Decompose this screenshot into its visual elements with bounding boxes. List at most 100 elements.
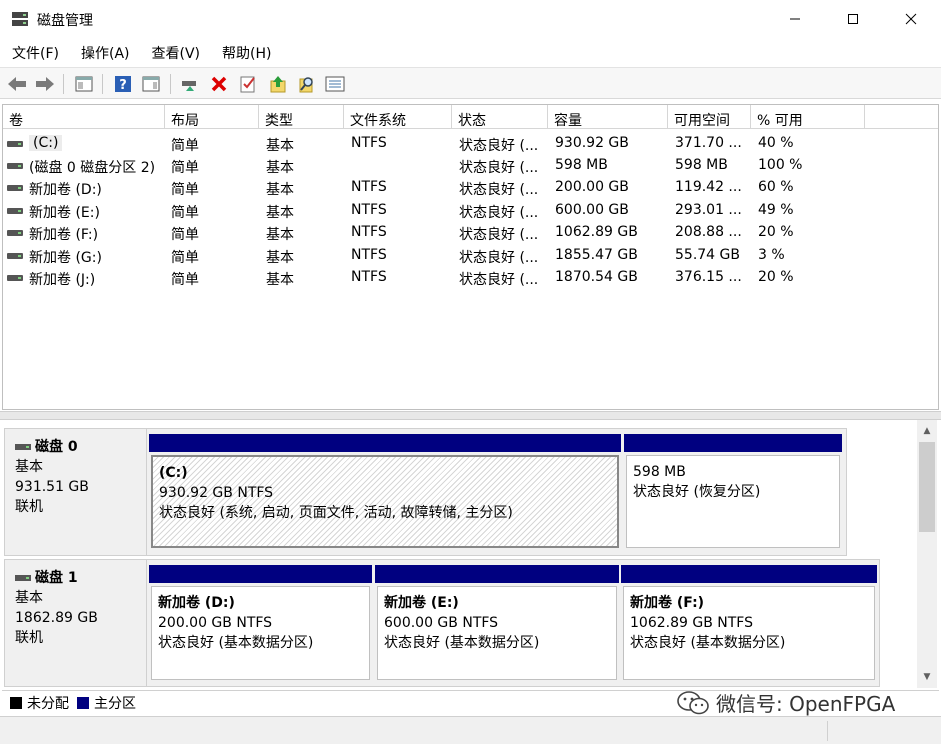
status-bar-cell bbox=[0, 721, 828, 741]
disk-1-label[interactable]: 磁盘 1 基本 1862.89 GB 联机 bbox=[4, 559, 147, 687]
column-header-free-space[interactable]: 可用空间 bbox=[668, 105, 751, 129]
table-row[interactable]: (C:) 简单 基本 NTFS 状态良好 (... 930.92 GB 371.… bbox=[3, 133, 938, 155]
cell-volume: 新加卷 (G:) bbox=[29, 250, 102, 266]
cell-type: 基本 bbox=[266, 272, 294, 288]
maximize-button[interactable] bbox=[824, 0, 882, 38]
pane-splitter[interactable] bbox=[0, 411, 941, 420]
partition-c[interactable]: (C:) 930.92 GB NTFS 状态良好 (系统, 启动, 页面文件, … bbox=[149, 434, 621, 550]
disk-status: 联机 bbox=[15, 499, 43, 515]
table-row[interactable]: 新加卷 (E:) 简单 基本 NTFS 状态良好 (... 600.00 GB … bbox=[3, 200, 938, 222]
cell-free-space: 598 MB bbox=[675, 157, 728, 173]
cell-type: 基本 bbox=[266, 227, 294, 243]
column-header-capacity[interactable]: 容量 bbox=[548, 105, 668, 129]
column-header-status[interactable]: 状态 bbox=[452, 105, 548, 129]
partition-e[interactable]: 新加卷 (E:) 600.00 GB NTFS 状态良好 (基本数据分区) bbox=[375, 565, 619, 682]
partition-body: (C:) 930.92 GB NTFS 状态良好 (系统, 启动, 页面文件, … bbox=[151, 455, 619, 548]
partition-title: 新加卷 (E:) bbox=[384, 595, 459, 611]
table-row[interactable]: 新加卷 (D:) 简单 基本 NTFS 状态良好 (... 200.00 GB … bbox=[3, 177, 938, 199]
scroll-up-icon[interactable]: ▲ bbox=[917, 422, 937, 440]
title-bar: 磁盘管理 bbox=[0, 0, 941, 38]
properties-pane-button[interactable] bbox=[140, 73, 162, 95]
menu-file[interactable]: 文件(F) bbox=[0, 40, 69, 66]
cell-filesystem: NTFS bbox=[351, 224, 387, 240]
cell-filesystem: NTFS bbox=[351, 269, 387, 285]
column-header-percent-free[interactable]: % 可用 bbox=[751, 105, 865, 129]
volume-icon bbox=[7, 253, 23, 259]
disk-0-partitions: (C:) 930.92 GB NTFS 状态良好 (系统, 启动, 页面文件, … bbox=[146, 428, 847, 556]
partition-recovery[interactable]: 598 MB 状态良好 (恢复分区) bbox=[624, 434, 842, 550]
partition-f[interactable]: 新加卷 (F:) 1062.89 GB NTFS 状态良好 (基本数据分区) bbox=[621, 565, 877, 682]
table-row[interactable]: 新加卷 (F:) 简单 基本 NTFS 状态良好 (... 1062.89 GB… bbox=[3, 222, 938, 244]
partition-header bbox=[149, 434, 621, 452]
menu-action[interactable]: 操作(A) bbox=[69, 40, 140, 66]
forward-button[interactable] bbox=[34, 73, 56, 95]
toolbar-separator bbox=[170, 74, 171, 94]
disk-name: 磁盘 0 bbox=[35, 439, 78, 455]
list-view-button[interactable] bbox=[324, 73, 346, 95]
disk-graphical-view: 磁盘 0 基本 931.51 GB 联机 (C:) 930.92 GB NTFS… bbox=[2, 420, 939, 688]
connect-disk-button[interactable] bbox=[179, 73, 201, 95]
cell-free-space: 293.01 ... bbox=[675, 202, 742, 218]
cell-filesystem: NTFS bbox=[351, 247, 387, 263]
table-row[interactable]: (磁盘 0 磁盘分区 2) 简单 基本 状态良好 (... 598 MB 598… bbox=[3, 155, 938, 177]
status-bar-cell bbox=[828, 721, 941, 741]
cell-status: 状态良好 (... bbox=[459, 138, 539, 154]
help-button[interactable]: ? bbox=[112, 73, 134, 95]
delete-button[interactable] bbox=[208, 73, 230, 95]
disk-0-label[interactable]: 磁盘 0 基本 931.51 GB 联机 bbox=[4, 428, 147, 556]
table-row[interactable]: 新加卷 (J:) 简单 基本 NTFS 状态良好 (... 1870.54 GB… bbox=[3, 267, 938, 289]
partition-size: 1062.89 GB NTFS bbox=[630, 615, 753, 631]
check-button[interactable] bbox=[237, 73, 259, 95]
cell-status: 状态良好 (... bbox=[459, 272, 539, 288]
cell-capacity: 1855.47 GB bbox=[555, 247, 638, 263]
scroll-down-icon[interactable]: ▼ bbox=[917, 668, 937, 686]
partition-d[interactable]: 新加卷 (D:) 200.00 GB NTFS 状态良好 (基本数据分区) bbox=[149, 565, 372, 682]
partition-header bbox=[149, 565, 372, 583]
legend-swatch-unallocated bbox=[10, 696, 22, 709]
partition-status: 状态良好 (基本数据分区) bbox=[158, 635, 314, 651]
cell-free-space: 119.42 ... bbox=[675, 179, 742, 195]
vertical-scrollbar[interactable]: ▲ ▼ bbox=[917, 420, 937, 688]
close-button[interactable] bbox=[882, 0, 940, 38]
back-button[interactable] bbox=[6, 73, 28, 95]
cell-type: 基本 bbox=[266, 182, 294, 198]
minimize-button[interactable] bbox=[766, 0, 824, 38]
disk-size: 1862.89 GB bbox=[15, 610, 98, 626]
cell-layout: 简单 bbox=[171, 205, 199, 221]
partition-status: 状态良好 (系统, 启动, 页面文件, 活动, 故障转储, 主分区) bbox=[159, 505, 513, 521]
menu-view[interactable]: 查看(V) bbox=[140, 40, 211, 66]
partition-title: 新加卷 (D:) bbox=[158, 595, 235, 611]
cell-layout: 简单 bbox=[171, 138, 199, 154]
column-header-layout[interactable]: 布局 bbox=[165, 105, 259, 129]
cell-volume: (磁盘 0 磁盘分区 2) bbox=[29, 160, 156, 176]
forward-icon bbox=[36, 77, 54, 91]
disk-1-name-row: 磁盘 1 bbox=[15, 568, 146, 588]
table-row[interactable]: 新加卷 (G:) 简单 基本 NTFS 状态良好 (... 1855.47 GB… bbox=[3, 245, 938, 267]
import-button[interactable] bbox=[267, 73, 289, 95]
cell-type: 基本 bbox=[266, 138, 294, 154]
cell-filesystem: NTFS bbox=[351, 202, 387, 218]
column-header-type[interactable]: 类型 bbox=[259, 105, 344, 129]
disk-management-window: 磁盘管理 文件(F) 操作(A) 查看(V) 帮助(H) ? 卷 布局 类型 文… bbox=[0, 0, 941, 744]
import-icon bbox=[270, 76, 286, 93]
disk-icon bbox=[15, 575, 31, 581]
partition-body: 598 MB 状态良好 (恢复分区) bbox=[626, 455, 840, 548]
cell-percent-free: 40 % bbox=[758, 135, 794, 151]
search-button[interactable] bbox=[296, 73, 318, 95]
column-header-volume[interactable]: 卷 bbox=[3, 105, 165, 129]
console-tree-button[interactable] bbox=[73, 73, 95, 95]
cell-capacity: 200.00 GB bbox=[555, 179, 629, 195]
cell-layout: 简单 bbox=[171, 250, 199, 266]
back-icon bbox=[8, 77, 26, 91]
partition-status: 状态良好 (恢复分区) bbox=[633, 484, 761, 500]
help-icon: ? bbox=[115, 76, 131, 93]
legend-unallocated: 未分配 bbox=[10, 693, 69, 713]
check-icon bbox=[240, 76, 255, 93]
close-icon bbox=[905, 13, 917, 25]
menu-help[interactable]: 帮助(H) bbox=[210, 40, 281, 66]
column-header-filesystem[interactable]: 文件系统 bbox=[344, 105, 452, 129]
scrollbar-thumb[interactable] bbox=[919, 442, 935, 532]
cell-percent-free: 20 % bbox=[758, 269, 794, 285]
menu-bar: 文件(F) 操作(A) 查看(V) 帮助(H) bbox=[0, 40, 941, 66]
cell-layout: 简单 bbox=[171, 160, 199, 176]
